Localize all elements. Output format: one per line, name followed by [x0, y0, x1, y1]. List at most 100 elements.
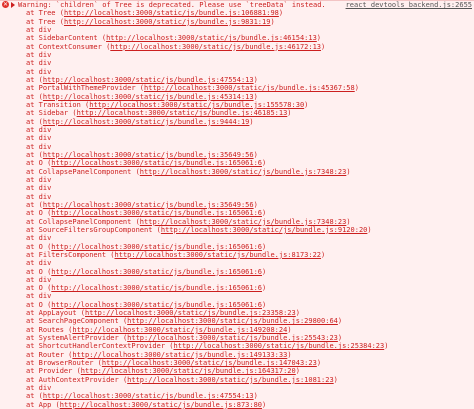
- frame-text: at FiltersComponent: [26, 250, 111, 259]
- stack-frame: at (http://localhost:3000/static/js/bund…: [26, 200, 258, 209]
- frame-text: at: [26, 92, 39, 101]
- frame-source-link[interactable]: http://localhost:3000/static/js/bundle.j…: [64, 9, 279, 17]
- frame-text: at BrowserRouter: [26, 359, 98, 368]
- frame-text: at div: [26, 175, 56, 184]
- frame-text: at Tree: [26, 17, 60, 26]
- stack-frame: at AppLayout (http://localhost:3000/stat…: [26, 309, 300, 318]
- frame-text: at CollapsePanelComponent: [26, 167, 136, 176]
- stack-frame: at div: [26, 68, 474, 76]
- frame-text: at div: [26, 25, 56, 34]
- stack-frame: at SystemAlertProvider (http://localhost…: [26, 334, 343, 343]
- frame-source-link[interactable]: http://localhost:3000/static/js/bundle.j…: [51, 301, 262, 309]
- stack-frame: at O (http://localhost:3000/static/js/bu…: [26, 209, 267, 218]
- frame-source-link[interactable]: http://localhost:3000/static/js/bundle.j…: [127, 317, 338, 325]
- stack-frame: at ShortcutHandlerContextProvider (http:…: [26, 342, 389, 351]
- frame-text: at Sidebar: [26, 109, 73, 118]
- frame-source-link[interactable]: http://localhost:3000/static/js/bundle.j…: [161, 226, 368, 234]
- frame-source-link[interactable]: http://localhost:3000/static/js/bundle.j…: [140, 168, 347, 176]
- stack-frame: at (http://localhost:3000/static/js/bund…: [26, 117, 254, 126]
- frame-source-link[interactable]: http://localhost:3000/static/js/bundle.j…: [102, 359, 317, 367]
- warning-header[interactable]: ✕ Warning: `children` of Tree is depreca…: [0, 1, 474, 9]
- stack-frame: at (http://localhost:3000/static/js/bund…: [26, 92, 258, 101]
- frame-source-link[interactable]: http://localhost:3000/static/js/bundle.j…: [81, 367, 296, 375]
- frame-text: at div: [26, 234, 56, 243]
- stack-frame: at Tree (http://localhost:3000/static/js…: [26, 17, 275, 26]
- stack-frame: at ContextConsumer (http://localhost:300…: [26, 42, 326, 51]
- frame-source-link[interactable]: http://localhost:3000/static/js/bundle.j…: [106, 34, 317, 42]
- frame-source-link[interactable]: http://localhost:3000/static/js/bundle.j…: [43, 76, 254, 84]
- frame-source-link[interactable]: http://localhost:3000/static/js/bundle.j…: [85, 309, 296, 317]
- frame-source-link[interactable]: http://localhost:3000/static/js/bundle.j…: [89, 101, 304, 109]
- stack-frame: at div: [26, 184, 474, 192]
- frame-text: at Provider: [26, 367, 77, 376]
- frame-source-link[interactable]: http://localhost:3000/static/js/bundle.j…: [43, 392, 254, 400]
- frame-text: at div: [26, 192, 56, 201]
- frame-source-link[interactable]: http://localhost:3000/static/js/bundle.j…: [174, 342, 385, 350]
- stack-frame: at div: [26, 384, 474, 392]
- frame-text: at AppLayout: [26, 309, 81, 318]
- frame-text: at div: [26, 275, 56, 284]
- frame-text: at ShortcutHandlerContextProvider: [26, 342, 170, 351]
- frame-source-link[interactable]: http://localhost:3000/static/js/bundle.j…: [127, 376, 334, 384]
- frame-text: at SourceFiltersGroupComponent: [26, 225, 157, 234]
- frame-text: at SearchPageComponent: [26, 317, 123, 326]
- stack-frame: at O (http://localhost:3000/static/js/bu…: [26, 242, 267, 251]
- frame-source-link[interactable]: http://localhost:3000/static/js/bundle.j…: [43, 151, 254, 159]
- stack-frame: at SidebarContent (http://localhost:3000…: [26, 34, 322, 43]
- frame-source-link[interactable]: http://localhost:3000/static/js/bundle.j…: [43, 93, 254, 101]
- frame-source-link[interactable]: http://localhost:3000/static/js/bundle.j…: [51, 159, 262, 167]
- frame-source-link[interactable]: http://localhost:3000/static/js/bundle.j…: [51, 268, 262, 276]
- stack-frame: at Transition (http://localhost:3000/sta…: [26, 100, 309, 109]
- frame-text: at ContextConsumer: [26, 42, 107, 51]
- stack-frame: at Routes (http://localhost:3000/static/…: [26, 325, 292, 334]
- frame-source-link[interactable]: http://localhost:3000/static/js/bundle.j…: [77, 109, 288, 117]
- frame-source-link[interactable]: http://localhost:3000/static/js/bundle.j…: [110, 43, 321, 51]
- stack-frame: at O (http://localhost:3000/static/js/bu…: [26, 300, 267, 309]
- frame-source-link[interactable]: http://localhost:3000/static/js/bundle.j…: [72, 326, 287, 334]
- frame-text: at div: [26, 184, 56, 193]
- stack-frame: at div: [26, 259, 474, 267]
- frame-source-link[interactable]: http://localhost:3000/static/js/bundle.j…: [51, 284, 262, 292]
- warning-message: Warning: `children` of Tree is deprecate…: [18, 1, 326, 9]
- frame-source-link[interactable]: http://localhost:3000/static/js/bundle.j…: [144, 84, 355, 92]
- stack-frame: at Sidebar (http://localhost:3000/static…: [26, 109, 292, 118]
- frame-source-link[interactable]: http://localhost:3000/static/js/bundle.j…: [43, 118, 250, 126]
- stack-frame: at div: [26, 292, 474, 300]
- stack-frame: at CollapsePanelComponent (http://localh…: [26, 167, 351, 176]
- stack-frame: at O (http://localhost:3000/static/js/bu…: [26, 159, 267, 168]
- stack-frame: at CollapsePanelComponent (http://localh…: [26, 217, 351, 226]
- source-link[interactable]: react_devtools_backend.js:2655: [346, 1, 472, 9]
- frame-source-link[interactable]: http://localhost:3000/static/js/bundle.j…: [43, 201, 254, 209]
- stack-frame: at (http://localhost:3000/static/js/bund…: [26, 392, 258, 401]
- frame-text: at SidebarContent: [26, 34, 102, 43]
- stack-frame: at PortalWithThemeProvider (http://local…: [26, 84, 359, 93]
- frame-source-link[interactable]: http://localhost:3000/static/js/bundle.j…: [72, 351, 287, 359]
- frame-source-link[interactable]: http://localhost:3000/static/js/bundle.j…: [64, 18, 271, 26]
- frame-source-link[interactable]: http://localhost:3000/static/js/bundle.j…: [51, 209, 262, 217]
- frame-source-link[interactable]: http://localhost:3000/static/js/bundle.j…: [115, 251, 322, 259]
- frame-text: at AuthContextProvider: [26, 375, 123, 384]
- frame-text: at: [26, 150, 39, 159]
- expand-triangle-icon[interactable]: [11, 2, 15, 8]
- frame-text: at div: [26, 125, 56, 134]
- frame-text: at div: [26, 384, 56, 393]
- frame-text: at: [26, 200, 39, 209]
- frame-text: at div: [26, 292, 56, 301]
- frame-text: at O: [26, 267, 48, 276]
- frame-text: at div: [26, 59, 56, 68]
- frame-text: at: [26, 75, 39, 84]
- stack-frame: at (http://localhost:3000/static/js/bund…: [26, 150, 258, 159]
- error-icon: ✕: [2, 1, 9, 8]
- frame-text: at O: [26, 300, 48, 309]
- frame-text: at: [26, 392, 39, 401]
- stack-frame: at div: [26, 51, 474, 59]
- stack-frame: at div: [26, 176, 474, 184]
- stack-frame: at SearchPageComponent (http://localhost…: [26, 317, 343, 326]
- stack-frame: at (http://localhost:3000/static/js/bund…: [26, 75, 258, 84]
- frame-source-link[interactable]: http://localhost:3000/static/js/bundle.j…: [140, 218, 347, 226]
- frame-text: at div: [26, 134, 56, 143]
- frame-source-link[interactable]: http://localhost:3000/static/js/bundle.j…: [51, 243, 262, 251]
- frame-text: at: [26, 117, 39, 126]
- frame-source-link[interactable]: http://localhost:3000/static/js/bundle.j…: [127, 334, 338, 342]
- stack-frame: at O (http://localhost:3000/static/js/bu…: [26, 267, 267, 276]
